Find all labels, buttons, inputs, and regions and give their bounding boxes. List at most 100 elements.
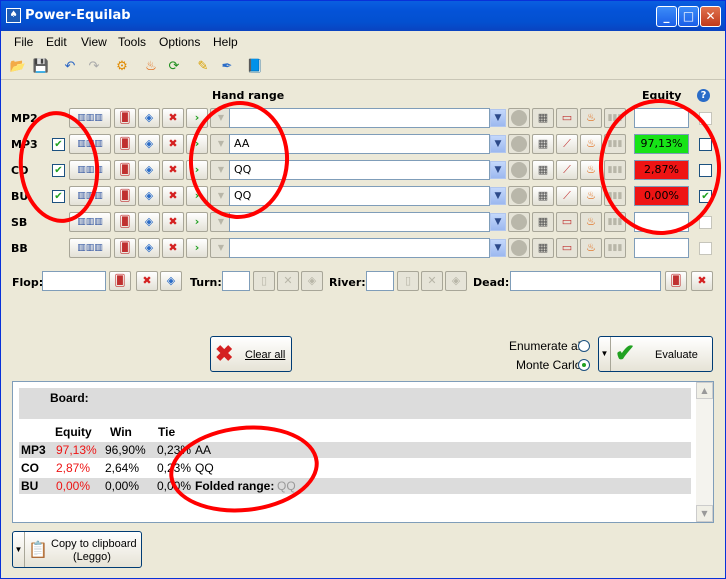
range-dropdown-arrow-icon[interactable]: ▼ [490,161,506,179]
river-random-button[interactable]: ◈ [445,271,467,291]
card-picker-button[interactable]: 🂠 [114,238,136,258]
fire-button[interactable]: ♨ [580,238,602,258]
fire-button[interactable]: ♨ [580,108,602,128]
monte-carlo-radio[interactable] [578,359,590,371]
hand-range-input[interactable] [229,238,490,258]
random-hand-button[interactable]: ◈ [138,212,160,232]
menu-edit[interactable]: Edit [46,35,67,49]
fire-icon[interactable]: ♨ [142,58,160,76]
random-hand-button[interactable]: ◈ [138,160,160,180]
scroll-down-icon[interactable]: ▼ [696,505,713,522]
turn-card-picker-button[interactable]: ▯ [253,271,275,291]
turn-input[interactable] [222,271,250,291]
range-dropdown-arrow-icon[interactable]: ▼ [490,213,506,231]
card-picker-button[interactable]: 🂠 [114,186,136,206]
menu-tools[interactable]: Tools [118,35,146,49]
monte-carlo-label[interactable]: Monte Carlo [516,358,581,372]
results-scrollbar[interactable]: ▲ ▼ [696,382,713,522]
player-select-checkbox[interactable] [699,242,712,255]
enumerate-all-label[interactable]: Enumerate all [509,339,583,353]
weight-button[interactable] [508,212,530,232]
chart-button[interactable]: ▭ [556,108,578,128]
chart-button[interactable]: ▭ [556,238,578,258]
weight-button[interactable] [508,108,530,128]
menu-file[interactable]: File [14,35,33,49]
random-hand-button[interactable]: ◈ [138,108,160,128]
menu-help[interactable]: Help [213,35,238,49]
turn-random-button[interactable]: ◈ [301,271,323,291]
river-input[interactable] [366,271,394,291]
undo-icon[interactable]: ↶ [61,58,79,76]
calculator-button[interactable]: ▦ [532,134,554,154]
turn-clear-button[interactable]: ✕ [277,271,299,291]
flop-input[interactable] [42,271,106,291]
enumerate-all-radio[interactable] [578,340,590,352]
card-picker-button[interactable]: 🂠 [114,212,136,232]
chart-button[interactable]: ▭ [556,212,578,232]
clear-hand-button[interactable]: ✖ [162,160,184,180]
chart-button[interactable]: ⟋ [556,186,578,206]
fire-button[interactable]: ♨ [580,212,602,232]
clear-hand-button[interactable]: ✖ [162,134,184,154]
range-dropdown-arrow-icon[interactable]: ▼ [490,135,506,153]
save-icon[interactable]: 💾 [32,58,50,76]
random-hand-button[interactable]: ◈ [138,238,160,258]
random-hand-button[interactable]: ◈ [138,186,160,206]
random-hand-button[interactable]: ◈ [138,134,160,154]
dead-card-picker-button[interactable]: 🂠 [665,271,687,291]
clear-hand-button[interactable]: ✖ [162,238,184,258]
maximize-button[interactable]: □ [678,6,699,27]
card-picker-button[interactable]: 🂠 [114,134,136,154]
clear-all-button[interactable]: ✖ Clear all [210,336,292,372]
river-clear-button[interactable]: ✕ [421,271,443,291]
calculator-button[interactable]: ▦ [532,238,554,258]
stats-button[interactable]: ▮▮▮ [604,238,626,258]
weight-button[interactable] [508,186,530,206]
range-dropdown-arrow-icon[interactable]: ▼ [490,109,506,127]
menu-options[interactable]: Options [159,35,200,49]
clear-hand-button[interactable]: ✖ [162,108,184,128]
clear-hand-button[interactable]: ✖ [162,212,184,232]
close-button[interactable]: ✕ [700,6,721,27]
fire-button[interactable]: ♨ [580,134,602,154]
weight-button[interactable] [508,160,530,180]
settings-icon[interactable]: ⚙ [113,58,131,76]
calculator-button[interactable]: ▦ [532,186,554,206]
scroll-up-icon[interactable]: ▲ [696,382,713,399]
range-matrix-button[interactable]: ▥▥▥ [69,238,111,258]
calculator-button[interactable]: ▦ [532,160,554,180]
hand-range-input[interactable] [229,212,490,232]
pencil-icon[interactable]: ✎ [194,58,212,76]
menu-view[interactable]: View [81,35,107,49]
range-dropdown-arrow-icon[interactable]: ▼ [490,239,506,257]
arrow-right-button[interactable]: › [186,212,208,232]
weight-button[interactable] [508,238,530,258]
refresh-icon[interactable]: ⟳ [165,58,183,76]
calculator-button[interactable]: ▦ [532,108,554,128]
flop-card-picker-button[interactable]: 🂠 [109,271,131,291]
copy-to-clipboard-button[interactable]: ▼ 📋 Copy to clipboard (Leggo) [12,531,142,568]
range-dropdown-arrow-icon[interactable]: ▼ [490,187,506,205]
flop-random-button[interactable]: ◈ [160,271,182,291]
redo-icon[interactable]: ↷ [85,58,103,76]
evaluate-dropdown-arrow-icon[interactable]: ▼ [599,337,611,371]
help-icon[interactable]: ? [697,89,710,102]
copy-dropdown-arrow-icon[interactable]: ▼ [13,532,25,567]
open-icon[interactable]: 📂 [9,58,27,76]
card-picker-button[interactable]: 🂠 [114,160,136,180]
pen-icon[interactable]: ✒ [218,58,236,76]
flop-clear-button[interactable]: ✖ [136,271,158,291]
book-icon[interactable]: 📘 [246,58,264,76]
minimize-button[interactable]: _ [656,6,677,27]
chart-button[interactable]: ⟋ [556,160,578,180]
evaluate-button[interactable]: ▼ ✔ Evaluate [598,336,713,372]
calculator-button[interactable]: ▦ [532,212,554,232]
arrow-right-button[interactable]: › [186,238,208,258]
fire-button[interactable]: ♨ [580,186,602,206]
weight-button[interactable] [508,134,530,154]
dead-input[interactable] [510,271,661,291]
title-bar[interactable]: ♠ Power-Equilab _ □ ✕ [1,1,725,31]
dead-clear-button[interactable]: ✖ [691,271,713,291]
clear-hand-button[interactable]: ✖ [162,186,184,206]
chart-button[interactable]: ⟋ [556,134,578,154]
